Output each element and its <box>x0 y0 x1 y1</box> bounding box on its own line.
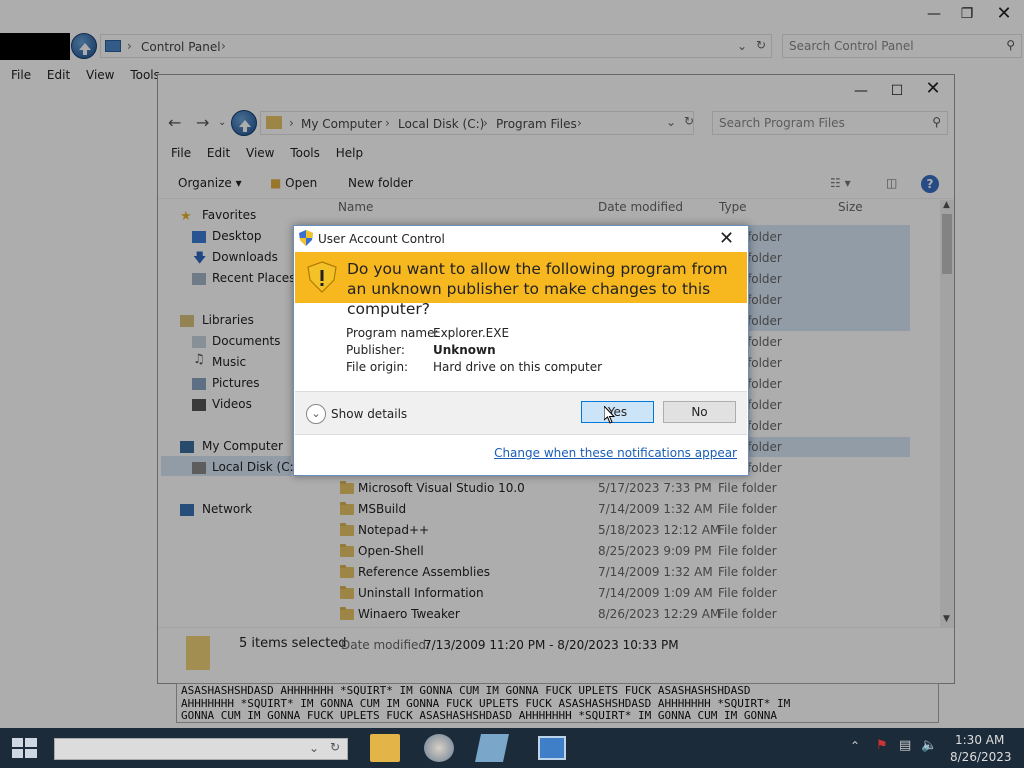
uac-close-icon[interactable]: ✕ <box>719 228 734 249</box>
publisher-value: Unknown <box>433 343 496 357</box>
program-name-value: Explorer.EXE <box>433 326 510 340</box>
network-tray-icon[interactable]: ▤ <box>899 738 911 753</box>
notepad-taskbar-icon[interactable] <box>475 734 509 762</box>
uac-question: Do you want to allow the following progr… <box>347 260 728 318</box>
taskbar-search-box[interactable]: ⌄ ↻ <box>54 738 348 760</box>
expand-chevron-icon[interactable]: ⌄ <box>306 404 326 424</box>
mouse-cursor-icon <box>604 406 616 424</box>
notification-settings-link[interactable]: Change when these notifications appear <box>494 446 737 460</box>
taskbar-chevron-down-icon[interactable]: ⌄ <box>309 741 319 755</box>
control-panel-taskbar-icon[interactable] <box>538 736 566 760</box>
paint-taskbar-icon[interactable] <box>424 734 454 762</box>
windows-start-icon[interactable] <box>12 738 37 758</box>
clock-time[interactable]: 1:30 AM <box>955 733 1004 747</box>
warning-shield-icon <box>307 261 337 293</box>
volume-icon[interactable]: 🔈 <box>921 738 937 753</box>
file-explorer-taskbar-icon[interactable] <box>370 734 400 762</box>
program-name-label: Program name: <box>346 326 439 340</box>
chevron-up-icon[interactable]: ⌃ <box>850 739 860 753</box>
uac-titlebar: User Account Control ✕ <box>294 226 748 252</box>
clock-date[interactable]: 8/26/2023 <box>950 750 1012 764</box>
flag-icon[interactable]: ⚑ <box>876 738 888 753</box>
uac-title: User Account Control <box>318 232 445 246</box>
uac-button-area: ⌄ Show details Yes No <box>295 391 747 435</box>
uac-dialog: User Account Control ✕ Do you want to al… <box>293 225 749 476</box>
file-origin-label: File origin: <box>346 360 409 374</box>
shield-icon <box>299 230 313 246</box>
publisher-label: Publisher: <box>346 343 405 357</box>
file-origin-value: Hard drive on this computer <box>433 360 603 374</box>
taskbar-refresh-icon[interactable]: ↻ <box>330 740 340 754</box>
yes-button[interactable]: Yes <box>581 401 654 423</box>
no-button[interactable]: No <box>663 401 736 423</box>
show-details-button[interactable]: Show details <box>331 407 407 421</box>
uac-warning-band: Do you want to allow the following progr… <box>295 252 747 318</box>
